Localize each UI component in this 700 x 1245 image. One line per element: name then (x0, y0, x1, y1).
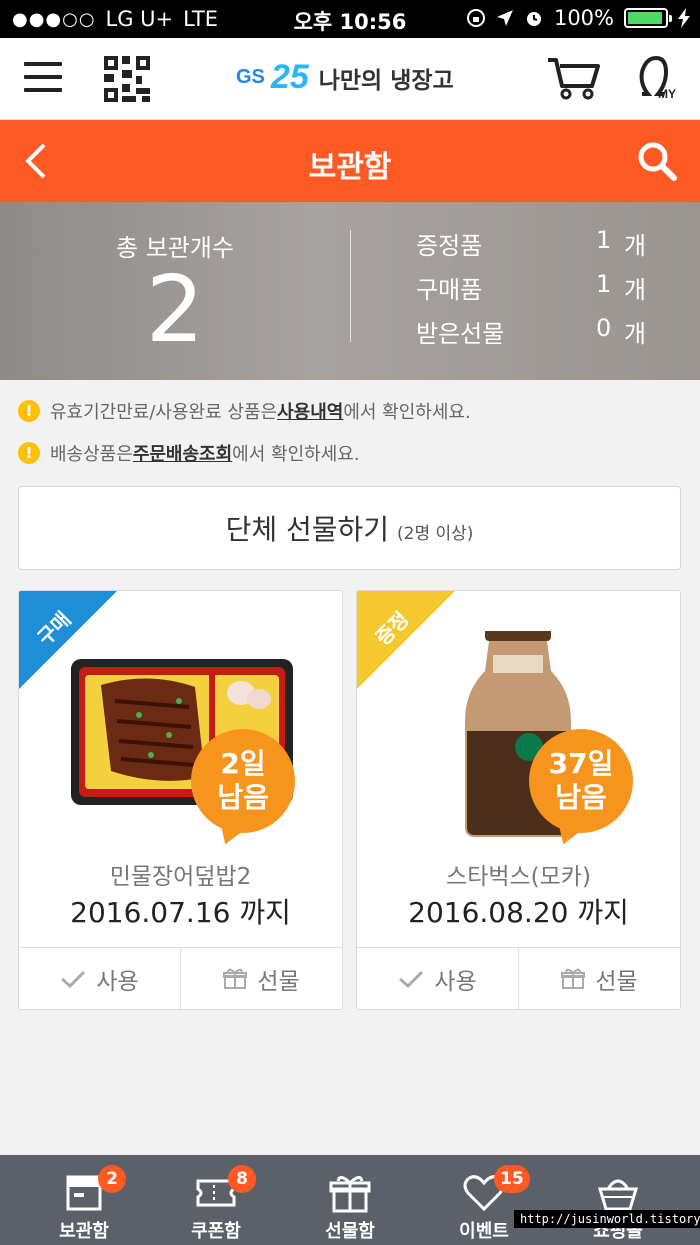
gift-label: 선물 (257, 968, 300, 995)
title-bar: 보관함 (0, 120, 700, 202)
brand-title: 나만의 냉장고 (318, 67, 454, 94)
app-screen: ●●●○○ LG U+ LTE 오후 10:56 100% GS 25 나만의 … (0, 0, 700, 1245)
summary-row-label: 증정품 (416, 232, 483, 260)
app-header: GS 25 나만의 냉장고 MY (0, 38, 700, 120)
group-gift-button[interactable]: 단체 선물하기 (2명 이상) (18, 486, 681, 570)
tab-events[interactable]: 15 이벤트 (414, 1155, 554, 1245)
summary-row-count: 1 (596, 270, 612, 298)
watermark: http://jusinworld.tistory.com (514, 1210, 700, 1228)
gift-icon (223, 968, 248, 989)
gift-icon (329, 1176, 371, 1213)
battery-icon (624, 8, 672, 28)
gift-icon (561, 968, 586, 989)
tab-storage[interactable]: 2 보관함 (14, 1155, 154, 1245)
warning-icon: ! (18, 400, 40, 422)
summary-row-gift: 증정품 1 개 (416, 226, 656, 266)
expiry-date: 2016.07.16 까지 (70, 896, 291, 929)
tab-label: 선물함 (325, 1221, 375, 1242)
brand-logo[interactable]: GS 25 나만의 냉장고 (236, 58, 454, 97)
battery-percent: 100% (553, 6, 614, 30)
location-icon (496, 10, 513, 26)
tab-coupons[interactable]: 8 쿠폰함 (146, 1155, 286, 1245)
user-icon: MY (639, 55, 676, 101)
my-page-button[interactable]: MY (634, 54, 684, 102)
alarm-icon (526, 12, 541, 26)
use-button[interactable]: 사용 (19, 948, 180, 1009)
basket-icon (597, 1179, 639, 1211)
cart-icon[interactable] (546, 56, 602, 100)
storage-summary: 총 보관개수 2 증정품 1 개 구매품 1 개 받은선물 0 개 (0, 202, 700, 380)
notice-delivery: ! 배송상품은 주문배송조회 에서 확인하세요. (18, 440, 360, 466)
days-left-word: 남음 (217, 781, 269, 814)
charging-icon (678, 8, 690, 28)
days-left-badge: 37일 남음 (529, 729, 633, 833)
event-badge: 15 (494, 1165, 530, 1193)
tab-gifts[interactable]: 선물함 (280, 1155, 420, 1245)
notice-text: 에서 확인하세요. (343, 402, 471, 423)
tab-label: 쿠폰함 (191, 1221, 241, 1242)
check-icon (61, 970, 86, 988)
brand-25: 25 (270, 58, 309, 96)
page-title: 보관함 (308, 150, 392, 185)
card-actions: 사용 선물 (19, 947, 342, 1009)
coupon-badge: 8 (228, 1165, 256, 1193)
summary-row-received: 받은선물 0 개 (416, 314, 656, 354)
summary-row-count: 1 (596, 226, 612, 254)
gift-button[interactable]: 선물 (180, 948, 342, 1009)
summary-row-purchase: 구매품 1 개 (416, 270, 656, 310)
search-icon[interactable] (636, 140, 678, 182)
use-label: 사용 (434, 968, 477, 995)
my-label: MY (658, 87, 676, 101)
check-icon (399, 970, 424, 988)
summary-divider (350, 230, 351, 342)
product-name: 민물장어덮밥2 (109, 864, 252, 890)
days-left-badge: 2일 남음 (191, 729, 295, 833)
summary-row-count: 0 (596, 314, 612, 342)
notice-text: 유효기간만료/사용완료 상품은 (50, 402, 278, 423)
expiry-date: 2016.08.20 까지 (408, 896, 629, 929)
use-label: 사용 (96, 968, 139, 995)
usage-history-link[interactable]: 사용내역 (277, 398, 343, 424)
menu-icon[interactable] (24, 62, 62, 94)
notice-text: 에서 확인하세요. (232, 444, 360, 465)
product-card[interactable]: 구매 2일 남음 민물장어덮밥2 2016.07.16 까지 사용 선물 (18, 590, 343, 1010)
group-gift-sub: (2명 이상) (397, 523, 474, 544)
group-gift-label: 단체 선물하기 (225, 513, 390, 546)
tab-label: 보관함 (59, 1221, 109, 1242)
notice-text: 배송상품은 (50, 444, 133, 465)
product-name: 스타벅스(모카) (446, 864, 591, 890)
order-tracking-link[interactable]: 주문배송조회 (133, 440, 232, 466)
product-card[interactable]: 증정 37일 남음 스타벅스(모카) 2016.08.20 까지 사용 선물 (356, 590, 681, 1010)
gift-button[interactable]: 선물 (518, 948, 680, 1009)
storage-badge: 2 (98, 1165, 126, 1193)
total-count: 2 (145, 256, 205, 363)
bottom-tab-bar: 2 보관함 8 쿠폰함 선물함 15 이벤트 쇼핑몰 (0, 1155, 700, 1245)
gift-label: 선물 (595, 968, 638, 995)
use-button[interactable]: 사용 (357, 948, 518, 1009)
notice-expired: ! 유효기간만료/사용완료 상품은 사용내역 에서 확인하세요. (18, 398, 471, 424)
summary-row-label: 구매품 (416, 276, 483, 304)
warning-icon: ! (18, 442, 40, 464)
summary-row-unit: 개 (624, 276, 647, 304)
brand-gs: GS (236, 66, 265, 88)
qr-code-icon[interactable] (104, 56, 150, 102)
days-left-word: 남음 (555, 781, 607, 814)
card-actions: 사용 선물 (357, 947, 680, 1009)
tab-shopping[interactable]: 쇼핑몰 (548, 1155, 688, 1245)
days-left-number: 37일 (548, 747, 614, 780)
summary-row-unit: 개 (624, 320, 647, 348)
summary-row-label: 받은선물 (416, 320, 505, 348)
status-bar: ●●●○○ LG U+ LTE 오후 10:56 100% (0, 0, 700, 38)
days-left-number: 2일 (220, 747, 266, 780)
summary-row-unit: 개 (624, 232, 647, 260)
rotation-lock-icon (466, 9, 485, 27)
